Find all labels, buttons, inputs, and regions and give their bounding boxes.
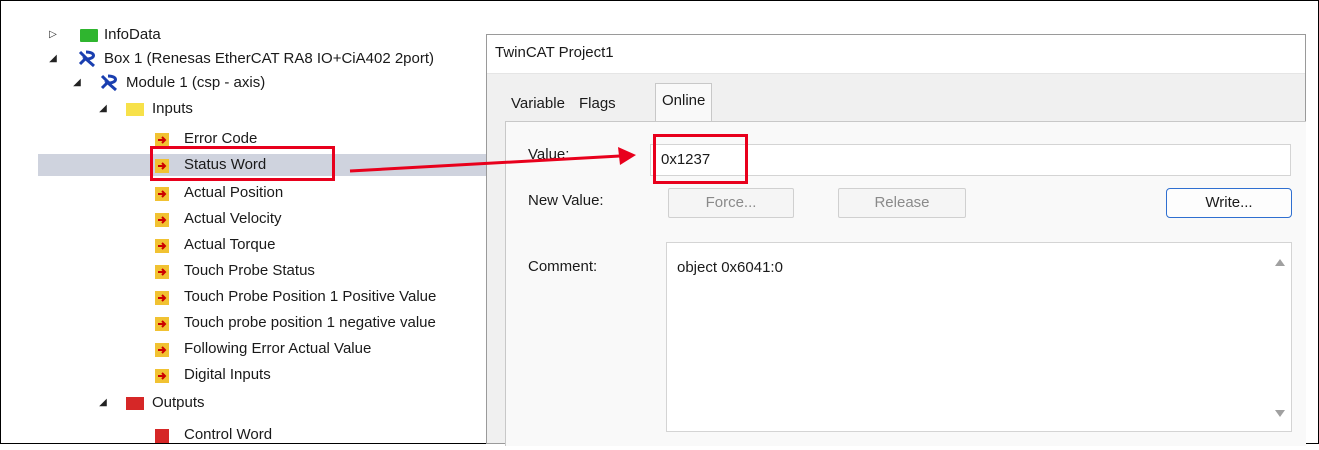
arrow-shaft: [349, 154, 621, 173]
red-arrow: [349, 147, 636, 173]
arrow-head: [618, 147, 636, 165]
